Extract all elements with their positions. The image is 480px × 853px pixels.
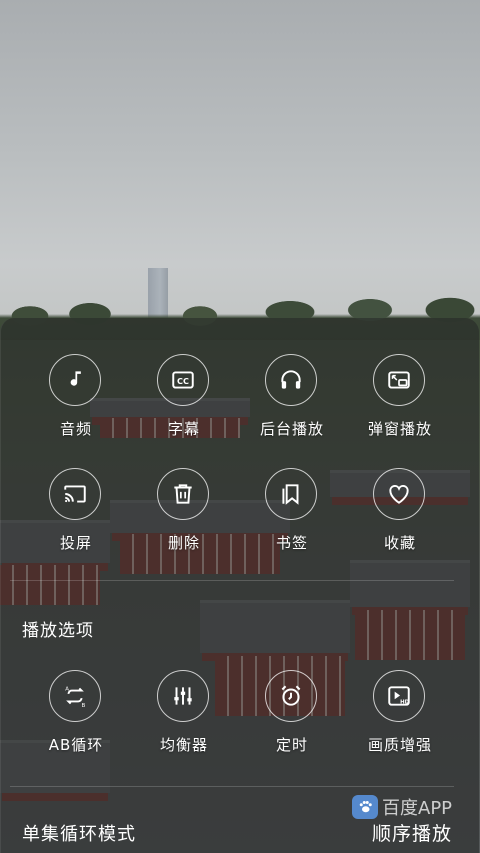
favorite-label: 收藏	[383, 534, 416, 552]
closed-caption-icon: CC	[157, 354, 209, 406]
quality-enhance-label: 画质增强	[367, 736, 432, 754]
popup-play-button[interactable]: 弹窗播放	[350, 354, 450, 454]
bookmark-button[interactable]: 书签	[242, 468, 342, 568]
timer-button[interactable]: 定时	[242, 670, 342, 770]
delete-button[interactable]: 删除	[134, 468, 234, 568]
alarm-clock-icon	[265, 670, 317, 722]
play-order-button[interactable]: 顺序播放	[372, 819, 452, 846]
subtitle-label: 字幕	[167, 420, 200, 438]
svg-text:HD: HD	[400, 700, 410, 706]
quality-enhance-button[interactable]: HD 画质增强	[350, 670, 450, 770]
background-play-button[interactable]: 后台播放	[242, 354, 342, 454]
paw-logo-icon	[352, 795, 378, 819]
svg-text:CC: CC	[177, 376, 189, 386]
popup-play-label: 弹窗播放	[367, 420, 432, 438]
ab-loop-button[interactable]: AB AB循环	[26, 670, 126, 770]
divider	[10, 786, 454, 787]
favorite-button[interactable]: 收藏	[350, 468, 450, 568]
watermark-text: 百度APP	[382, 798, 453, 819]
sky	[0, 0, 480, 330]
cast-button[interactable]: 投屏	[26, 468, 126, 568]
ab-loop-label: AB循环	[48, 736, 104, 754]
options-row-2: 投屏 删除 书签 收藏	[0, 468, 480, 568]
trash-icon	[157, 468, 209, 520]
section-title: 播放选项	[22, 621, 94, 641]
ab-loop-icon: AB	[49, 670, 101, 722]
options-row-3: AB AB循环 均衡器 定时 HD 画质增强	[0, 670, 480, 770]
subtitle-button[interactable]: CC 字幕	[134, 354, 234, 454]
audio-button[interactable]: 音频	[26, 354, 126, 454]
audio-label: 音频	[59, 420, 92, 438]
svg-text:A: A	[65, 687, 69, 693]
equalizer-button[interactable]: 均衡器	[134, 670, 234, 770]
music-note-icon	[49, 354, 101, 406]
heart-icon	[373, 468, 425, 520]
options-row-1: 音频 CC 字幕 后台播放 弹窗播放	[0, 354, 480, 454]
baidu-app-watermark: 百度APP	[352, 794, 452, 820]
divider	[10, 580, 454, 581]
cast-icon	[49, 468, 101, 520]
headphones-icon	[265, 354, 317, 406]
equalizer-icon	[157, 670, 209, 722]
hd-enhance-icon: HD	[373, 670, 425, 722]
bookmark-label: 书签	[275, 534, 308, 552]
delete-label: 删除	[167, 534, 200, 552]
cast-label: 投屏	[59, 534, 92, 552]
picture-in-picture-icon	[373, 354, 425, 406]
background-play-label: 后台播放	[259, 420, 324, 438]
equalizer-label: 均衡器	[159, 736, 208, 754]
loop-mode-button[interactable]: 单集循环模式	[22, 820, 136, 846]
timer-label: 定时	[275, 736, 308, 754]
bookmark-icon	[265, 468, 317, 520]
svg-text:B: B	[82, 703, 86, 709]
